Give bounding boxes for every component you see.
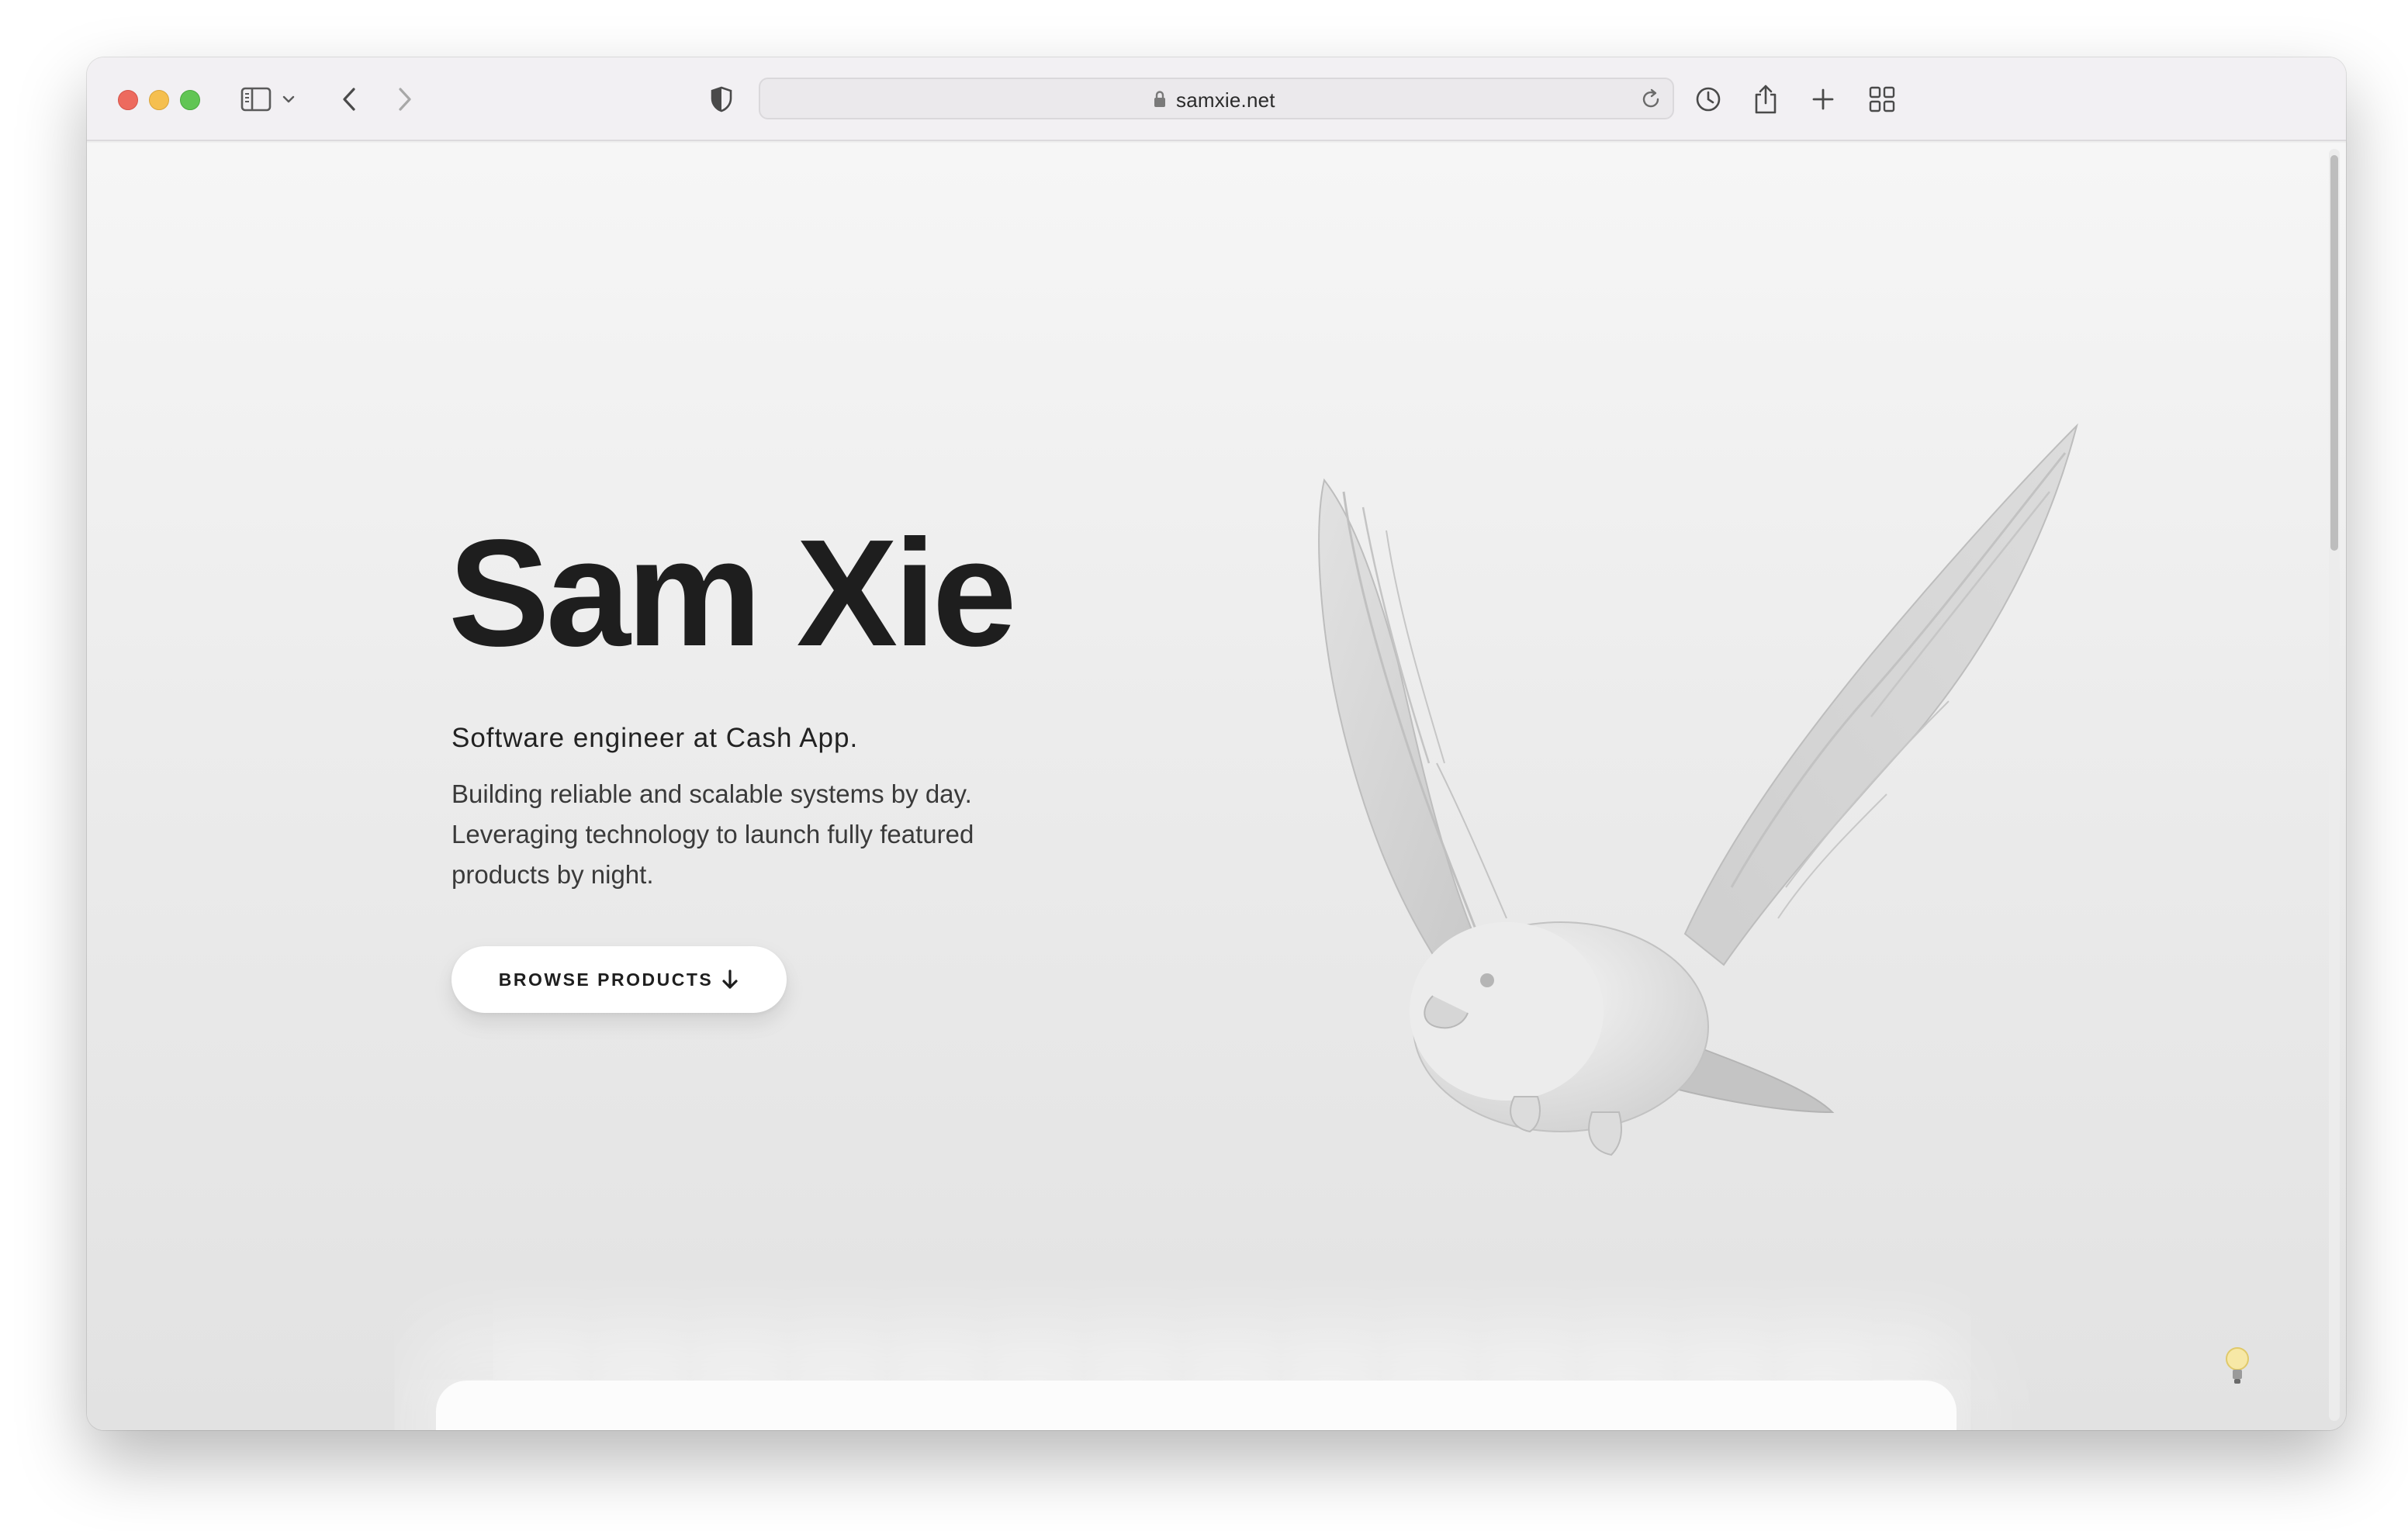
browse-products-button[interactable]: BROWSE PRODUCTS	[452, 946, 787, 1013]
share-icon[interactable]	[1747, 81, 1784, 118]
close-window-button[interactable]	[118, 90, 138, 110]
back-arrow-icon[interactable]	[334, 81, 365, 118]
sidebar-icon[interactable]	[239, 81, 273, 118]
history-icon[interactable]	[1690, 81, 1727, 118]
browse-products-label: BROWSE PRODUCTS	[498, 969, 714, 990]
minimize-window-button[interactable]	[149, 90, 169, 110]
products-card	[436, 1381, 1956, 1430]
chevron-down-icon[interactable]	[279, 81, 298, 118]
browser-toolbar: samxie.net	[87, 57, 2346, 141]
plus-icon[interactable]	[1804, 81, 1842, 118]
hero-description: Building reliable and scalable systems b…	[452, 779, 974, 889]
tab-grid-icon[interactable]	[1863, 81, 1901, 118]
vertical-scrollbar[interactable]	[2329, 149, 2340, 1421]
reload-icon[interactable]	[1638, 87, 1663, 112]
forward-arrow-icon[interactable]	[389, 81, 420, 118]
hero-subtitle: Software engineer at Cash App.	[452, 723, 859, 753]
shield-icon[interactable]	[704, 81, 739, 118]
address-bar[interactable]: samxie.net	[759, 78, 1674, 119]
web-page: Sam Xie Software engineer at Cash App. B…	[87, 143, 2346, 1430]
lightbulb-icon[interactable]	[2222, 1345, 2253, 1388]
url-text: samxie.net	[1176, 88, 1275, 112]
zoom-window-button[interactable]	[180, 90, 200, 110]
bird-illustration	[1318, 423, 2078, 1156]
scrollbar-thumb[interactable]	[2330, 155, 2338, 551]
browser-window: samxie.net Sam Xie Software engineer at …	[87, 57, 2346, 1430]
page-title: Sam Xie	[448, 508, 1017, 678]
lock-icon	[1154, 91, 1165, 107]
arrow-down-icon	[722, 969, 738, 989]
